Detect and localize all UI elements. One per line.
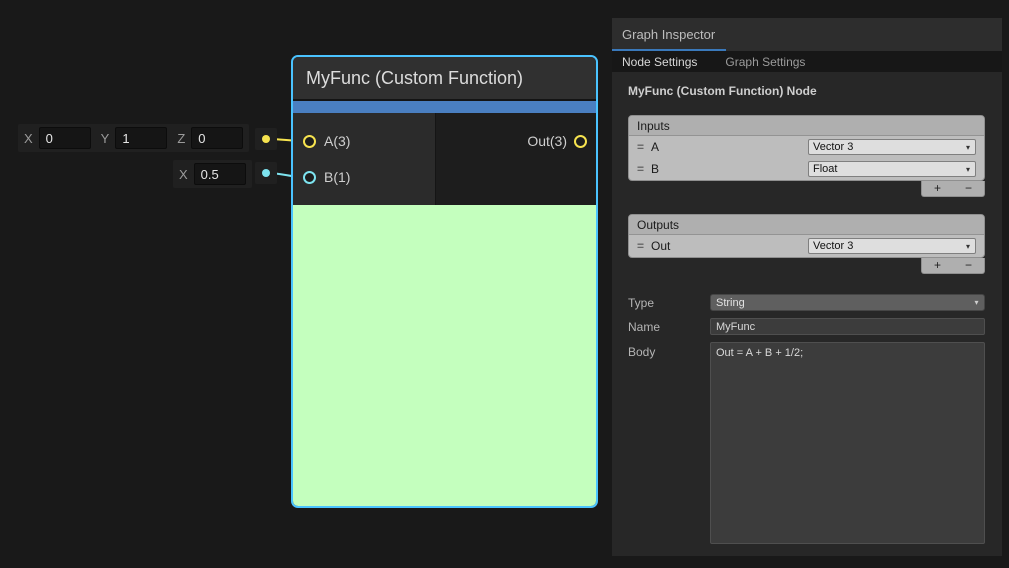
type-property-row: Type String ▾ xyxy=(628,294,985,311)
name-label: Name xyxy=(628,320,710,334)
name-property-row: Name xyxy=(628,318,985,335)
output-row-out[interactable]: = Out Vector 3 ▾ xyxy=(629,235,984,257)
inputs-list: Inputs = A Vector 3 ▾ = B Float ▾ xyxy=(628,115,985,181)
node-preview xyxy=(293,205,596,506)
drag-handle-icon[interactable]: = xyxy=(637,239,651,253)
remove-output-button[interactable]: − xyxy=(953,259,984,272)
output-out-type-value: Vector 3 xyxy=(809,240,961,252)
type-label: Type xyxy=(628,296,710,310)
input-row-b[interactable]: = B Float ▾ xyxy=(629,158,984,180)
dropdown-arrow-icon: ▾ xyxy=(969,298,984,307)
vector3-output-port[interactable] xyxy=(255,128,277,150)
output-out-type-dropdown[interactable]: Vector 3 ▾ xyxy=(808,238,976,254)
outputs-list-header: Outputs xyxy=(629,215,984,235)
outputs-list-footer: + − xyxy=(921,258,985,274)
float-port-dot-icon xyxy=(262,169,270,177)
dropdown-arrow-icon: ▾ xyxy=(961,242,975,251)
inputs-list-header: Inputs xyxy=(629,116,984,136)
name-field[interactable] xyxy=(710,318,985,335)
vector3-y-field[interactable]: 1 xyxy=(115,127,167,149)
vector3-x-group: X 0 xyxy=(24,127,91,149)
node-input-slot-background xyxy=(293,113,436,205)
input-a-type-value: Vector 3 xyxy=(809,141,961,153)
vector3-z-label: Z xyxy=(177,131,185,146)
tab-graph-settings[interactable]: Graph Settings xyxy=(725,55,805,69)
float-default-widget: X 0.5 xyxy=(173,160,252,188)
vector3-y-label: Y xyxy=(101,131,110,146)
input-a-type-dropdown[interactable]: Vector 3 ▾ xyxy=(808,139,976,155)
drag-handle-icon[interactable]: = xyxy=(637,140,651,154)
port-out-connector[interactable] xyxy=(574,135,587,148)
node-settings-heading: MyFunc (Custom Function) Node xyxy=(628,84,985,98)
float-x-group: X 0.5 xyxy=(179,163,246,185)
port-out-label: Out(3) xyxy=(527,132,567,150)
dropdown-arrow-icon: ▾ xyxy=(961,143,975,152)
type-value: String xyxy=(711,297,969,309)
body-property-row: Body Out = A + B + 1/2; xyxy=(628,342,985,544)
add-input-button[interactable]: + xyxy=(922,182,953,195)
output-out-name: Out xyxy=(651,239,808,253)
inspector-title-underline xyxy=(612,49,726,51)
inspector-tab-bar: Node Settings Graph Settings xyxy=(612,51,1002,72)
node-port-area: A(3) B(1) Out(3) xyxy=(293,113,596,205)
float-output-port[interactable] xyxy=(255,162,277,184)
vector3-z-field[interactable]: 0 xyxy=(191,127,243,149)
port-a-label: A(3) xyxy=(324,132,350,150)
tab-node-settings[interactable]: Node Settings xyxy=(622,55,697,69)
inspector-content: MyFunc (Custom Function) Node Inputs = A… xyxy=(612,72,1002,554)
input-a-name: A xyxy=(651,140,808,154)
body-field[interactable]: Out = A + B + 1/2; xyxy=(710,342,985,544)
node-title[interactable]: MyFunc (Custom Function) xyxy=(293,57,596,99)
float-x-label: X xyxy=(179,167,188,182)
vector3-y-group: Y 1 xyxy=(101,127,168,149)
input-b-type-value: Float xyxy=(809,163,961,175)
port-a-connector[interactable] xyxy=(303,135,316,148)
vector3-default-widget: X 0 Y 1 Z 0 xyxy=(18,124,249,152)
vector3-port-dot-icon xyxy=(262,135,270,143)
input-b-name: B xyxy=(651,162,808,176)
node-myfunc[interactable]: MyFunc (Custom Function) A(3) B(1) Out(3… xyxy=(291,55,598,508)
inspector-title: Graph Inspector xyxy=(622,27,715,42)
dropdown-arrow-icon: ▾ xyxy=(961,165,975,174)
inspector-header[interactable]: Graph Inspector xyxy=(612,18,1002,51)
inputs-list-footer: + − xyxy=(921,181,985,197)
port-b-connector[interactable] xyxy=(303,171,316,184)
drag-handle-icon[interactable]: = xyxy=(637,162,651,176)
float-x-field[interactable]: 0.5 xyxy=(194,163,246,185)
outputs-list: Outputs = Out Vector 3 ▾ xyxy=(628,214,985,258)
body-label: Body xyxy=(628,342,710,359)
vector3-x-field[interactable]: 0 xyxy=(39,127,91,149)
type-dropdown[interactable]: String ▾ xyxy=(710,294,985,311)
remove-input-button[interactable]: − xyxy=(953,182,984,195)
input-b-type-dropdown[interactable]: Float ▾ xyxy=(808,161,976,177)
graph-inspector-panel: Graph Inspector Node Settings Graph Sett… xyxy=(612,18,1002,556)
vector3-z-group: Z 0 xyxy=(177,127,243,149)
vector3-x-label: X xyxy=(24,131,33,146)
input-row-a[interactable]: = A Vector 3 ▾ xyxy=(629,136,984,158)
node-precision-strip xyxy=(293,101,596,113)
port-b-label: B(1) xyxy=(324,168,350,186)
add-output-button[interactable]: + xyxy=(922,259,953,272)
